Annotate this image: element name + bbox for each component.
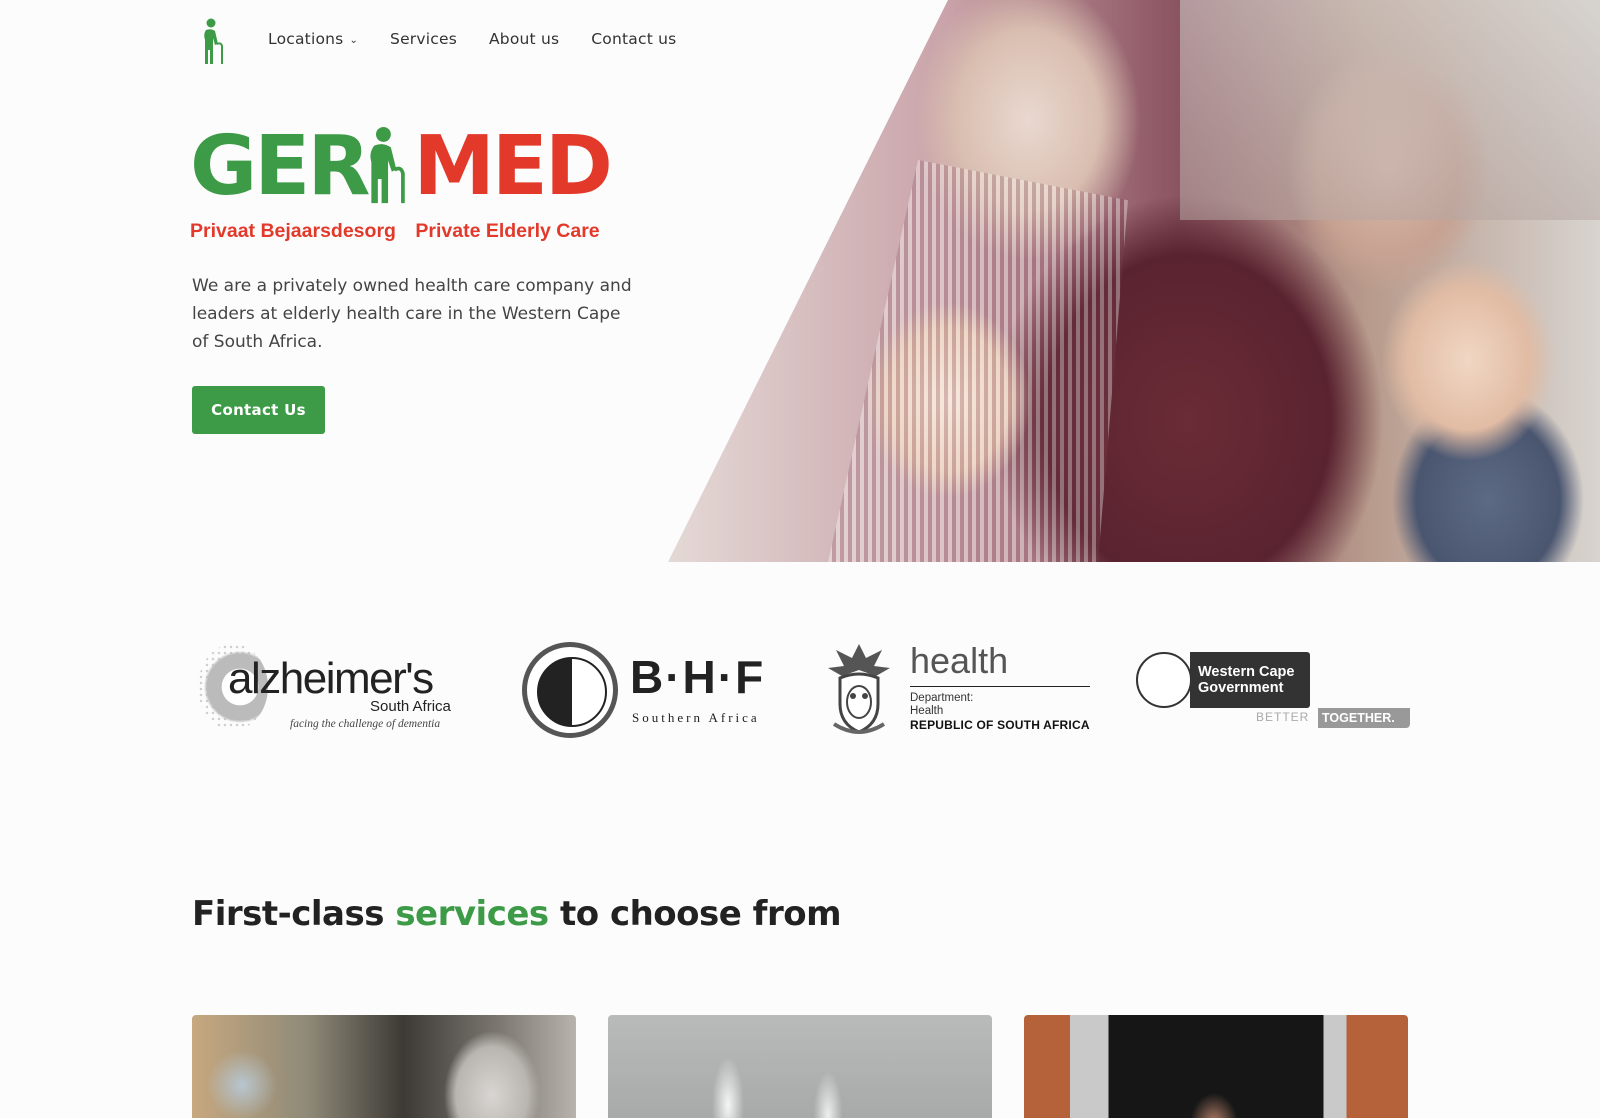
nav-item-label: Locations [268,30,344,48]
main-navigation: Locations ⌄ Services About us Contact us [268,30,708,48]
hero-photo [668,0,1600,562]
service-card[interactable] [608,1015,992,1118]
alzheimers-region: South Africa [370,698,451,715]
partner-logos: alzheimer's South Africa facing the chal… [192,640,1410,740]
nav-item-services[interactable]: Services [390,30,457,48]
health-country: REPUBLIC OF SOUTH AFRICA [910,718,1090,732]
coat-of-arms-icon [828,644,890,734]
western-cape-emblem-icon [1136,652,1192,708]
nav-item-locations[interactable]: Locations ⌄ [268,30,358,48]
nav-item-label: Services [390,30,457,48]
nav-item-contact[interactable]: Contact us [591,30,676,48]
brand-wordmark: GER MED [190,119,613,214]
alzheimers-logo[interactable]: alzheimer's South Africa facing the chal… [192,640,462,740]
chevron-down-icon: ⌄ [349,34,359,46]
brand-tagline: Privaat Bejaarsdesorg Private Elderly Ca… [190,220,600,243]
contact-us-button[interactable]: Contact Us [192,386,325,434]
tagline-afrikaans: Privaat Bejaarsdesorg [190,220,396,242]
wcg-line1: Western Cape [1198,664,1295,680]
health-word: health [910,640,1009,681]
hero-description: We are a privately owned health care com… [192,276,632,352]
health-department-logo[interactable]: health Department: Health REPUBLIC OF SO… [822,640,1112,740]
hero-photo-shirt [828,160,1128,562]
western-cape-government-logo[interactable]: Western Cape Government BETTER TOGETHER. [1136,640,1410,740]
bhf-subtitle: Southern Africa [632,710,760,725]
health-department-label: Department: Health [910,692,973,718]
service-card[interactable] [1024,1015,1408,1118]
health-divider [910,686,1090,687]
service-card[interactable] [192,1015,576,1118]
hero-photo-background [1180,0,1600,220]
dept-line2: Health [910,705,944,717]
tagline-english: Private Elderly Care [415,220,600,242]
wcg-together: TOGETHER. [1318,708,1410,728]
nav-item-about[interactable]: About us [489,30,559,48]
nav-item-label: Contact us [591,30,677,48]
services-heading-before: First-class [192,894,396,934]
brand-logo: GER MED Privaat Bejaarsdesorg Private El… [190,119,613,248]
elderly-person-logo-icon[interactable] [200,18,230,66]
services-heading: First-class services to choose from [192,894,842,934]
wcg-name-box: Western Cape Government [1190,652,1310,708]
bhf-letters: B·H·F [630,651,766,703]
brand-word-right: MED [413,119,613,214]
bhf-seal-icon [522,642,618,738]
brand-word-left: GER [190,119,370,214]
alzheimers-word: alzheimer's [228,654,434,703]
wcg-better: BETTER [1256,710,1310,724]
wcg-line2: Government [1198,680,1284,696]
dept-line1: Department: [910,692,974,704]
nav-item-label: About us [489,30,560,48]
services-heading-accent: services [395,894,549,934]
services-heading-after: to choose from [548,894,842,934]
bhf-logo[interactable]: B·H·F Southern Africa [522,640,772,740]
alzheimers-tagline: facing the challenge of dementia [290,718,441,730]
elderly-person-icon [370,127,406,204]
